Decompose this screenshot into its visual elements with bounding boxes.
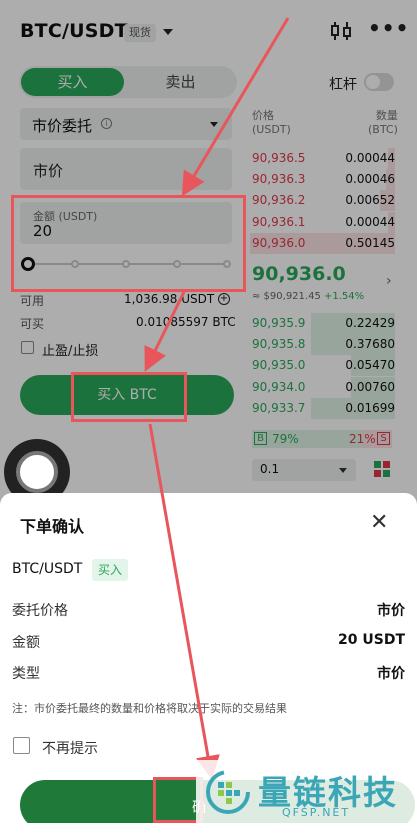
annotation-arrows (144, 17, 290, 780)
watermark-logo-icon (206, 770, 250, 814)
watermark-sub: QFSP.NET (282, 806, 351, 819)
screen: BTC/USDT 现货 ••• 买入 卖出 杠杆 市价委托 i 市价 金额 (U… (0, 0, 417, 823)
